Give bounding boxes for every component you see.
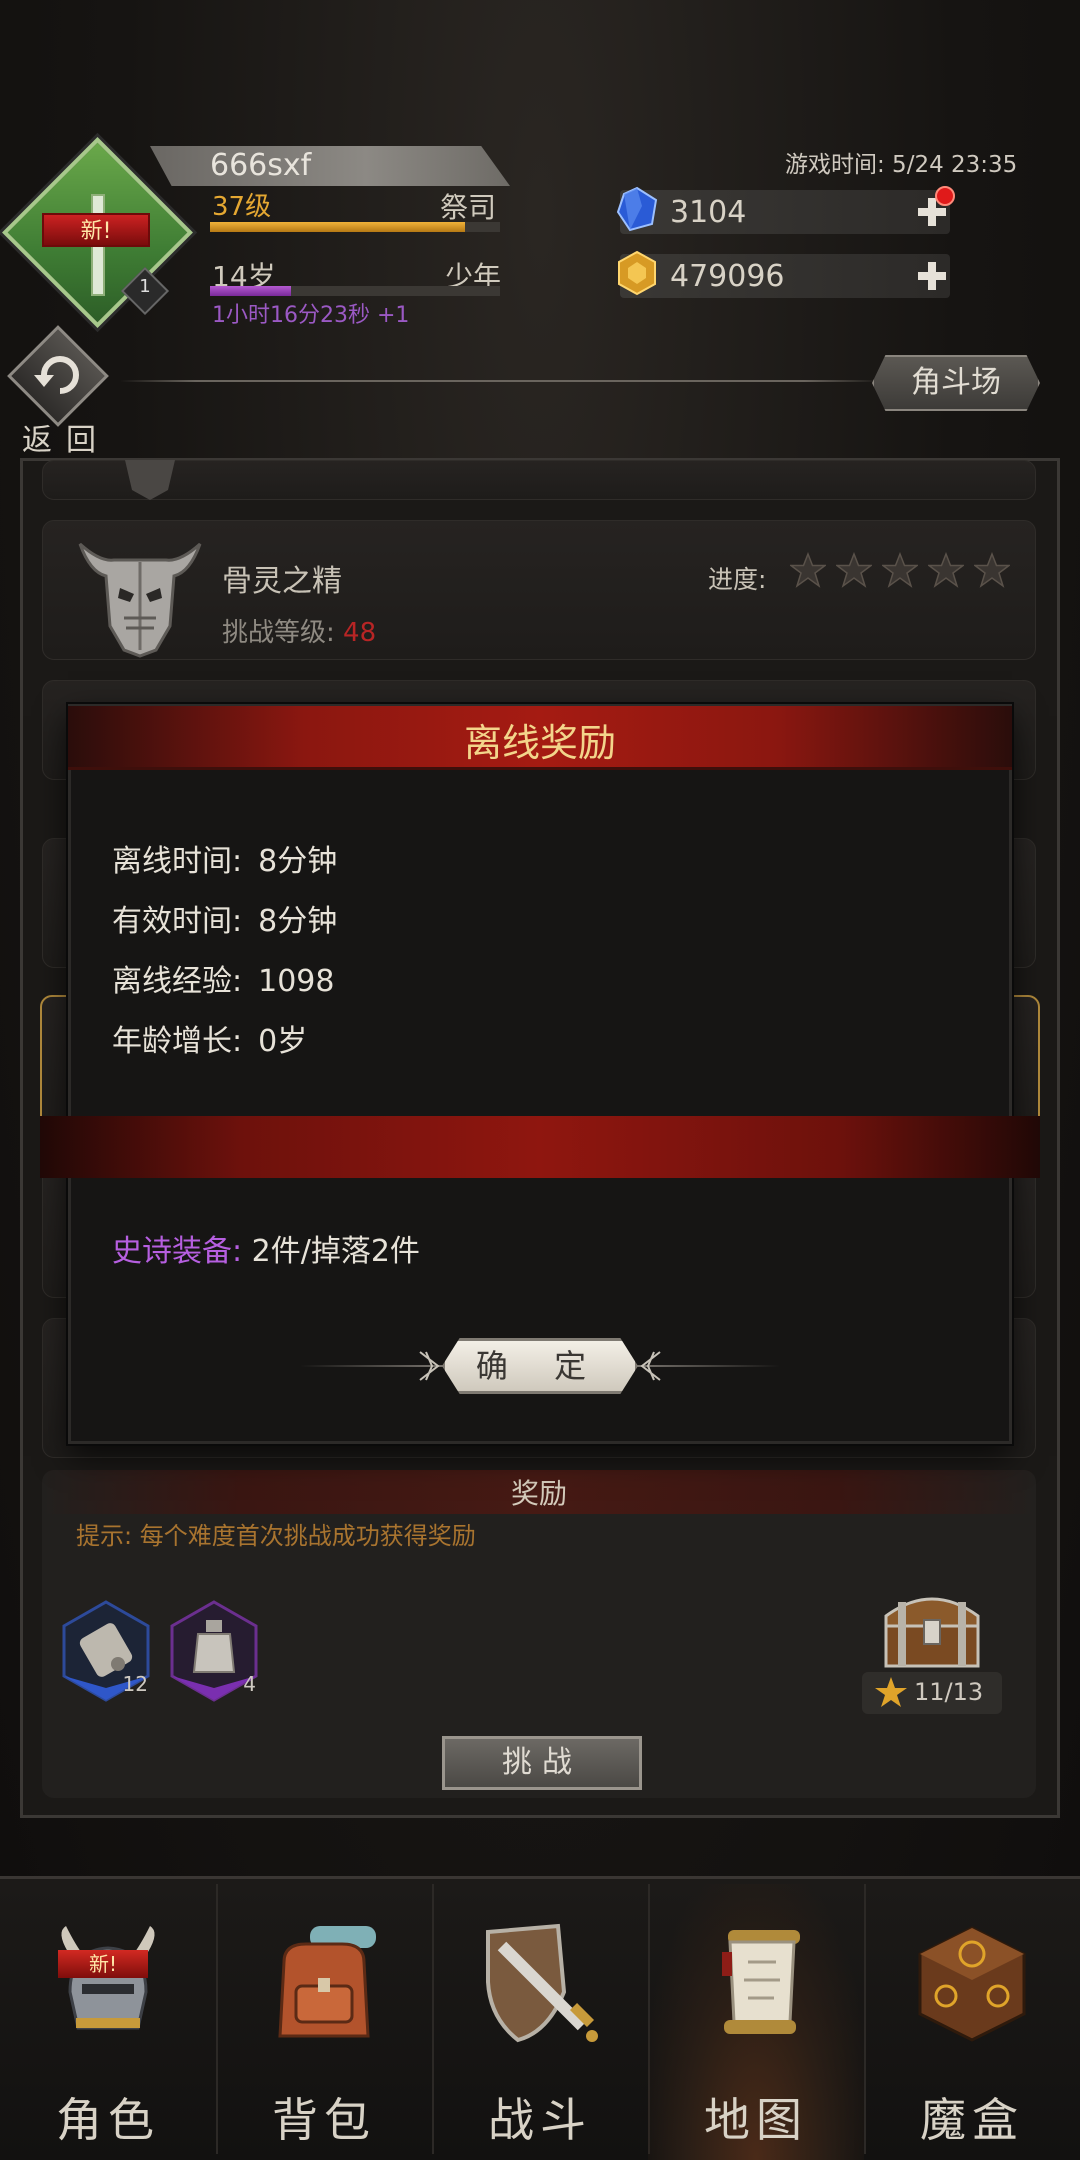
nav-label: 地图 [704,2093,808,2147]
age-growth-row: 年龄增长: 0岁 [112,1016,307,1060]
nav-item-backpack[interactable]: 背包 [216,1884,432,2160]
confirm-button[interactable]: 确 定 [442,1338,638,1394]
backpack-icon [278,1926,376,2038]
age-growth-label: 年龄增长: [112,1024,243,1059]
epic-equipment-row: 史诗装备: 2件/掉落2件 [112,1226,420,1270]
ornament-icon [419,1351,440,1381]
nav-item-map[interactable]: 地图 [648,1884,864,2160]
effective-time-value: 8分钟 [258,904,338,939]
age-growth-value: 0岁 [258,1024,308,1059]
offline-exp-value: 1098 [258,964,335,999]
nav-item-character[interactable]: 新! 角色 [0,1884,216,2160]
nav-label: 战斗 [488,2093,592,2147]
sword-shield-icon [486,1923,598,2043]
new-badge: 新! [58,1950,148,1978]
offline-exp-row: 离线经验: 1098 [112,956,334,1000]
epic-equipment-value: 2件/掉落2件 [251,1234,420,1269]
offline-time-label: 离线时间: [112,844,243,879]
ornament-icon [640,1351,661,1381]
effective-time-row: 有效时间: 8分钟 [112,896,337,940]
game-screen: 新! 1 666sxf 37级 祭司 14岁 少年 1小时16分23秒 +1 游… [0,0,1080,2160]
map-scroll-icon [722,1930,800,2034]
dialog-divider-band [40,1116,1040,1178]
epic-equipment-label: 史诗装备: [112,1234,243,1269]
offline-exp-label: 离线经验: [112,964,243,999]
nav-item-battle[interactable]: 战斗 [432,1884,648,2160]
offline-reward-dialog [68,704,1012,1444]
nav-item-magic-box[interactable]: 魔盒 [864,1884,1080,2160]
offline-time-row: 离线时间: 8分钟 [112,836,337,880]
dialog-title: 离线奖励 [463,721,616,765]
offline-time-value: 8分钟 [258,844,338,879]
helmet-icon [61,1926,155,2030]
effective-time-label: 有效时间: [112,904,243,939]
nav-label: 魔盒 [920,2093,1024,2147]
magic-box-icon [918,1926,1026,2042]
nav-label: 角色 [56,2093,160,2147]
nav-label: 背包 [272,2093,376,2147]
